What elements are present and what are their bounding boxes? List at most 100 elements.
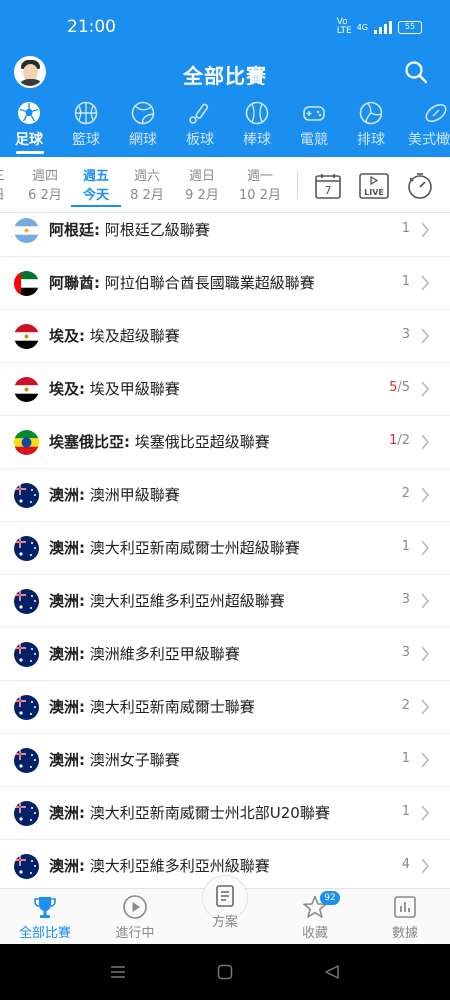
argentina-flag-icon [14, 218, 39, 243]
league-name: 澳洲: 澳大利亞新南威爾士聯賽 [49, 698, 255, 716]
league-name: 澳洲: 澳大利亞維多利亞州級聯賽 [49, 857, 270, 875]
tab-basketball[interactable]: 籃球 [59, 98, 113, 157]
chevron-right-icon [421, 646, 430, 662]
list-item[interactable]: 澳洲: 澳大利亞新南威爾士聯賽 2 [0, 681, 450, 734]
menu-icon[interactable] [110, 964, 126, 980]
australia-flag-icon [14, 695, 39, 720]
list-item[interactable]: 埃及: 埃及超级聯賽 3 [0, 310, 450, 363]
tab-volleyball[interactable]: 排球 [344, 98, 398, 157]
list-item[interactable]: 埃及: 埃及甲級聯賽 5/5 [0, 363, 450, 416]
match-count: 1 [401, 221, 410, 236]
search-icon[interactable] [404, 60, 428, 84]
list-item[interactable]: 澳洲: 澳洲甲級聯賽 2 [0, 469, 450, 522]
match-count: 2 [401, 698, 410, 713]
soccer-ball-icon [18, 102, 40, 124]
status-bar: 21:00 Vo LTE 4G 55 [0, 0, 450, 48]
league-name: 埃及: 埃及超级聯賽 [49, 327, 180, 345]
tab-in-progress[interactable]: 進行中 [90, 889, 180, 945]
chevron-right-icon [421, 858, 430, 874]
list-item[interactable]: 澳洲: 澳大利亞新南威爾士州超級聯賽 1 [0, 522, 450, 575]
tab-baseball[interactable]: 棒球 [230, 98, 284, 157]
battery-icon: 55 [398, 20, 422, 34]
list-item[interactable]: 澳洲: 澳大利亞新南威爾士州北部U20聯賽 1 [0, 787, 450, 840]
tab-american-football[interactable]: 美式橄欖 [401, 98, 450, 157]
sport-label: 籃球 [72, 132, 100, 148]
tab-label: 數據 [391, 926, 418, 941]
page-title: 全部比賽 [183, 64, 267, 88]
tab-label: 進行中 [115, 926, 155, 941]
date-item[interactable]: 週一 10 2月 [235, 167, 285, 205]
top-header-area: 21:00 Vo LTE 4G 55 全部比賽 足球 籃球 網球 板球 棒球 電… [0, 0, 450, 157]
tab-favorites[interactable]: 92 收藏 [270, 889, 360, 945]
date-item[interactable]: 週三 1 日 [0, 167, 17, 205]
list-item[interactable]: 埃塞俄比亞: 埃塞俄比亞超级聯賽 1/2 [0, 416, 450, 469]
match-count: 1 [401, 751, 410, 766]
stopwatch-icon[interactable] [405, 171, 435, 201]
tab-soccer[interactable]: 足球 [2, 98, 56, 157]
date-item[interactable]: 週四 6 2月 [20, 167, 70, 205]
document-icon [216, 885, 234, 907]
calendar-icon[interactable]: 7 [314, 172, 342, 200]
tab-esports[interactable]: 電競 [287, 98, 341, 157]
league-name: 澳洲: 澳大利亞維多利亞州超級聯賽 [49, 592, 285, 610]
tennis-ball-icon [131, 101, 155, 125]
chevron-right-icon [421, 805, 430, 821]
date-item-today[interactable]: 週五 今天 [71, 167, 121, 207]
tab-cricket[interactable]: 板球 [173, 98, 227, 157]
match-count: 1/2 [389, 433, 410, 448]
tab-all-matches[interactable]: 全部比賽 [0, 889, 90, 945]
chevron-right-icon [421, 487, 430, 503]
list-item[interactable]: 澳洲: 澳大利亞維多利亞州超級聯賽 3 [0, 575, 450, 628]
tab-tennis[interactable]: 網球 [116, 98, 170, 157]
list-item[interactable]: 澳洲: 澳洲維多利亞甲級聯賽 3 [0, 628, 450, 681]
play-circle-icon [123, 895, 147, 919]
volleyball-icon [359, 101, 383, 125]
volte-indicator: Vo LTE [336, 17, 352, 36]
date-day: 9 2月 [185, 188, 219, 203]
match-count: 3 [401, 592, 410, 607]
australia-flag-icon [14, 748, 39, 773]
league-list: 阿根廷: 阿根廷乙級聯賽 1 阿聯酋: 阿拉伯聯合酋長國職業超級聯賽 1 埃及:… [0, 214, 450, 888]
home-icon[interactable] [217, 964, 233, 980]
date-strip: 週三 1 日 週四 6 2月 週五 今天 週六 8 2月 週日 9 2月 週一 … [0, 157, 450, 213]
android-nav-bar [0, 944, 450, 1000]
league-name: 澳洲: 澳洲女子聯賽 [49, 751, 180, 769]
date-day: 今天 [71, 186, 121, 207]
date-item[interactable]: 週六 8 2月 [122, 167, 172, 205]
sport-label: 足球 [15, 132, 43, 148]
tab-plans[interactable]: 方案 [180, 875, 270, 945]
total-count: /5 [397, 380, 410, 395]
australia-flag-icon [14, 536, 39, 561]
date-day: 8 2月 [130, 188, 164, 203]
live-label: LIVE [364, 188, 384, 197]
date-item[interactable]: 週日 9 2月 [177, 167, 227, 205]
status-icons: Vo LTE 4G 55 [337, 18, 422, 36]
cricket-icon [189, 103, 209, 124]
live-tv-icon[interactable]: LIVE [359, 172, 389, 200]
basketball-icon [74, 101, 98, 125]
list-item[interactable]: 阿根廷: 阿根廷乙級聯賽 1 [0, 214, 450, 257]
sport-tabs: 足球 籃球 網球 板球 棒球 電競 排球 美式橄 [0, 98, 450, 157]
league-name: 澳洲: 澳大利亞新南威爾士州超級聯賽 [49, 539, 300, 557]
australia-flag-icon [14, 642, 39, 667]
tab-data[interactable]: 數據 [360, 889, 450, 945]
match-count: 1 [401, 539, 410, 554]
back-icon[interactable] [324, 964, 340, 980]
match-count: 3 [401, 327, 410, 342]
chevron-right-icon [421, 699, 430, 715]
list-item[interactable]: 阿聯酋: 阿拉伯聯合酋長國職業超級聯賽 1 [0, 257, 450, 310]
date-day: 10 2月 [239, 188, 281, 203]
league-name: 澳洲: 澳洲維多利亞甲級聯賽 [49, 645, 240, 663]
app-header: 全部比賽 [0, 48, 450, 98]
tab-label: 方案 [211, 915, 238, 930]
chevron-right-icon [421, 540, 430, 556]
date-day: 6 2月 [28, 188, 62, 203]
match-count: 3 [401, 645, 410, 660]
total-count: /2 [397, 433, 410, 448]
date-divider [297, 171, 298, 199]
list-item[interactable]: 澳洲: 澳洲女子聯賽 1 [0, 734, 450, 787]
chevron-right-icon [421, 752, 430, 768]
sport-label: 網球 [129, 132, 157, 148]
australia-flag-icon [14, 801, 39, 826]
tab-label: 全部比賽 [18, 926, 71, 941]
